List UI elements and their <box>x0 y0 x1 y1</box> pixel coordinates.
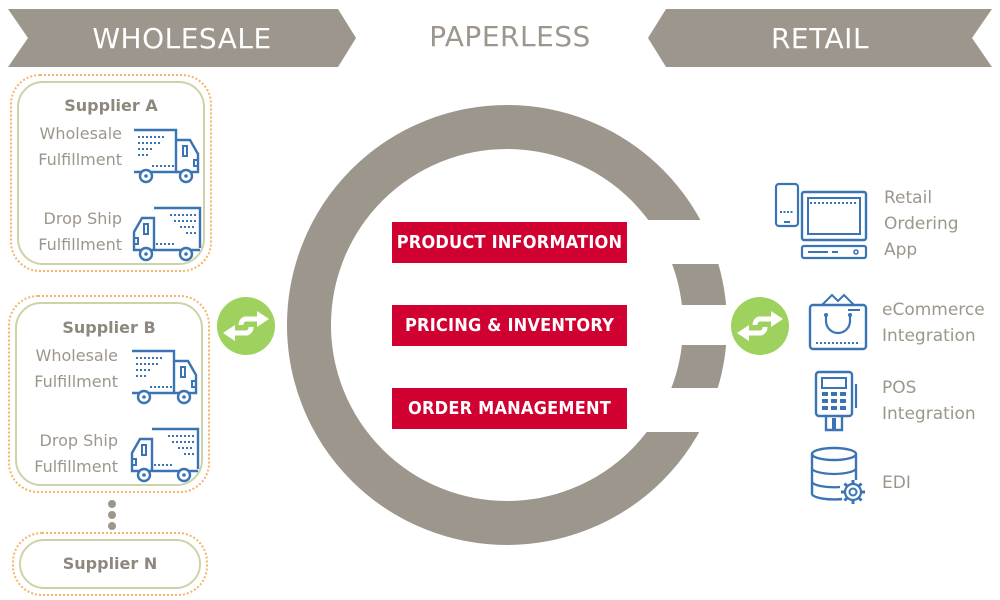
supplier-name: Supplier N <box>62 554 158 573</box>
fulfillment-label: Drop Ship Fulfillment <box>20 206 122 258</box>
label-line2: Ordering <box>884 214 959 234</box>
computer-and-phone-icon <box>774 182 868 260</box>
fulfillment-line2: Fulfillment <box>34 457 118 476</box>
shopping-bag-icon <box>808 293 868 351</box>
pos-integration-label: POS Integration <box>882 375 976 427</box>
retail-banner: RETAIL <box>648 9 992 67</box>
retail-ordering-app-label: Retail Ordering App <box>884 185 959 263</box>
label-line1: eCommerce <box>882 300 985 320</box>
product-information-box: PRODUCT INFORMATION <box>392 222 627 263</box>
fulfillment-label: Wholesale Fulfillment <box>16 343 118 395</box>
fulfillment-line1: Wholesale <box>35 346 118 365</box>
paperless-title: PAPERLESS <box>429 20 591 53</box>
fulfillment-line1: Wholesale <box>39 124 122 143</box>
box-truck-icon <box>130 349 198 405</box>
label-line1: EDI <box>882 473 911 493</box>
order-management-box: ORDER MANAGEMENT <box>392 388 627 429</box>
label-line2: Integration <box>882 404 976 424</box>
supplier-name: Supplier A <box>64 96 158 115</box>
pos-terminal-icon <box>814 370 858 432</box>
wholesale-title: WHOLESALE <box>92 21 272 55</box>
supplier-name: Supplier B <box>62 318 156 337</box>
supplier-card-n[interactable]: Supplier N <box>12 532 208 596</box>
edi-label: EDI <box>882 470 911 496</box>
fulfillment-line2: Fulfillment <box>38 150 122 169</box>
delivery-truck-icon <box>132 206 202 262</box>
wholesale-sync-connector <box>217 297 275 355</box>
database-gear-icon <box>810 446 865 504</box>
delivery-truck-icon <box>130 427 200 483</box>
more-suppliers-ellipsis <box>108 500 116 533</box>
fulfillment-line1: Drop Ship <box>39 431 118 450</box>
swap-arrows-icon <box>217 297 275 355</box>
ecommerce-integration-label: eCommerce Integration <box>882 297 985 349</box>
fulfillment-line2: Fulfillment <box>34 372 118 391</box>
supplier-card-b[interactable]: Supplier B Wholesale Fulfillment Drop Sh… <box>8 295 210 493</box>
fulfillment-line2: Fulfillment <box>38 235 122 254</box>
label-line1: POS <box>882 378 917 398</box>
retail-title: RETAIL <box>770 21 870 55</box>
fulfillment-label: Wholesale Fulfillment <box>20 121 122 173</box>
pricing-inventory-box: PRICING & INVENTORY <box>392 305 627 346</box>
swap-arrows-icon <box>731 297 789 355</box>
fulfillment-line1: Drop Ship <box>43 209 122 228</box>
supplier-card-a[interactable]: Supplier A Wholesale Fulfillment Drop Sh… <box>10 74 212 272</box>
wholesale-banner: WHOLESALE <box>8 9 356 67</box>
label-line1: Retail <box>884 188 933 208</box>
box-truck-icon <box>132 128 200 184</box>
retail-sync-connector <box>731 297 789 355</box>
label-line3: App <box>884 240 918 260</box>
fulfillment-label: Drop Ship Fulfillment <box>16 428 118 480</box>
label-line2: Integration <box>882 326 976 346</box>
